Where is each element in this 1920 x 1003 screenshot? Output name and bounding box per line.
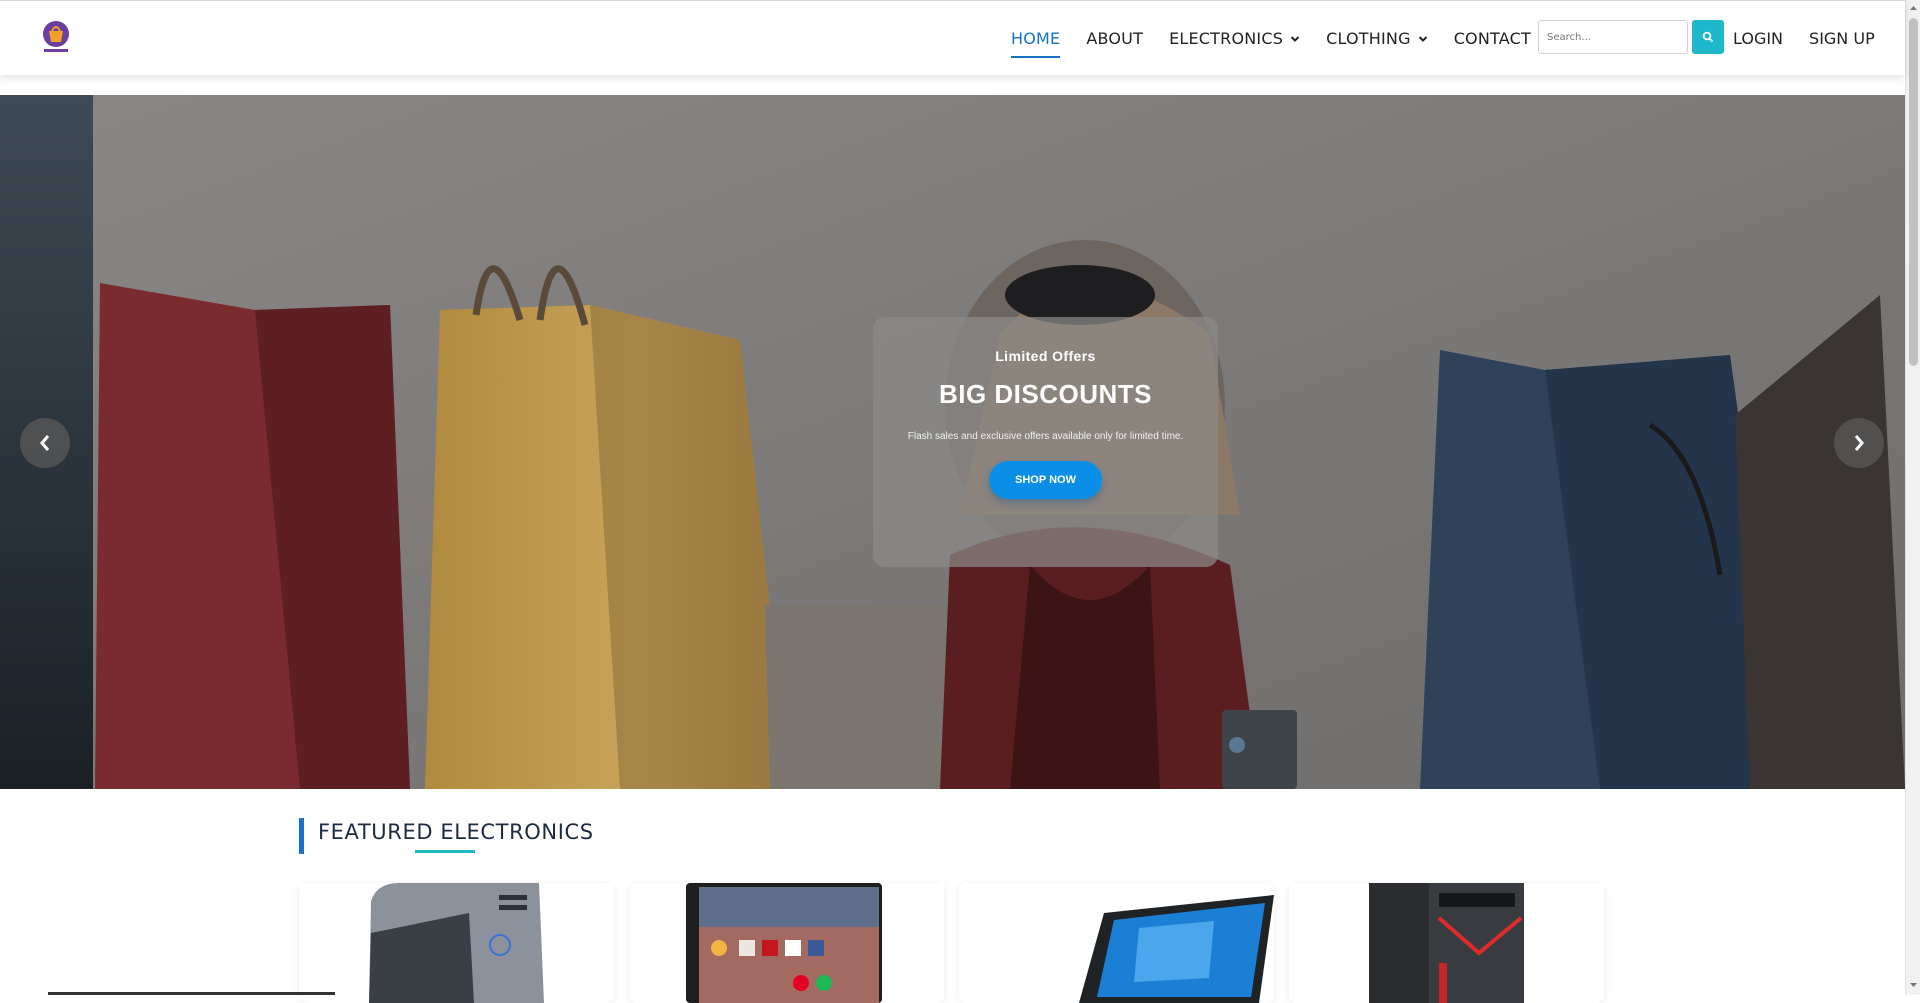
chevron-left-icon (40, 435, 50, 451)
tablet-image (686, 883, 882, 1003)
product-card-tablet[interactable] (629, 883, 944, 1003)
hero-offer-card: Limited Offers BIG DISCOUNTS Flash sales… (873, 317, 1218, 567)
nav-electronics-dropdown[interactable]: ELECTRONICS (1169, 1, 1300, 76)
main-nav: HOME ABOUT ELECTRONICS CLOTHING CONTACT (1011, 1, 1557, 76)
login-link[interactable]: LOGIN (1733, 29, 1783, 48)
product-card-gaming-pc[interactable] (1289, 883, 1604, 1003)
desktop-tower-pc-image (369, 883, 544, 1003)
search-icon (1702, 31, 1714, 43)
carousel-next-button[interactable] (1834, 418, 1884, 468)
hero-title: BIG DISCOUNTS (938, 379, 1153, 409)
nav-home-label: HOME (1011, 29, 1061, 48)
nav-home[interactable]: HOME (1011, 1, 1061, 76)
nav-about-label: ABOUT (1086, 29, 1144, 48)
product-card-desktop-pc[interactable] (299, 883, 614, 1003)
scrollbar-thumb[interactable] (1909, 18, 1918, 366)
signup-link[interactable]: SIGN UP (1809, 29, 1875, 48)
laptop-image (1079, 895, 1274, 1003)
hero-description: Flash sales and exclusive offers availab… (907, 431, 1184, 442)
gaming-pc-tower-image (1369, 883, 1524, 1003)
auth-links: LOGIN SIGN UP (1733, 1, 1901, 76)
page-scrollbar[interactable] (1905, 0, 1920, 995)
shop-now-button[interactable]: SHOP NOW (989, 461, 1102, 499)
chevron-down-icon (1418, 35, 1427, 42)
nav-clothing-label: CLOTHING (1326, 29, 1411, 48)
scroll-up-arrow-icon[interactable] (1909, 3, 1918, 13)
nav-contact-label: CONTACT (1453, 29, 1531, 48)
search-button[interactable] (1692, 20, 1724, 54)
product-card-laptop[interactable] (959, 883, 1274, 1003)
search-bar (1538, 20, 1724, 54)
nav-electronics-label: ELECTRONICS (1169, 29, 1284, 48)
nav-clothing-dropdown[interactable]: CLOTHING (1326, 1, 1428, 76)
site-header: HOME ABOUT ELECTRONICS CLOTHING CONTACT … (0, 0, 1905, 75)
hero-carousel: Limited Offers BIG DISCOUNTS Flash sales… (0, 95, 1905, 789)
scroll-down-arrow-icon[interactable] (1909, 980, 1918, 990)
search-input[interactable] (1538, 20, 1688, 54)
carousel-prev-button[interactable] (20, 418, 70, 468)
chevron-right-icon (1854, 435, 1864, 451)
chevron-down-icon (1290, 35, 1300, 42)
nav-contact[interactable]: CONTACT (1454, 1, 1531, 76)
nav-about[interactable]: ABOUT (1086, 1, 1143, 76)
hero-eyebrow: Limited Offers (995, 348, 1096, 364)
section-underline (415, 850, 475, 853)
product-grid (299, 883, 1619, 1003)
featured-title: FEATURED ELECTRONICS (318, 820, 594, 844)
shopping-bag-logo-icon[interactable] (38, 19, 74, 55)
section-accent-bar (299, 818, 304, 854)
